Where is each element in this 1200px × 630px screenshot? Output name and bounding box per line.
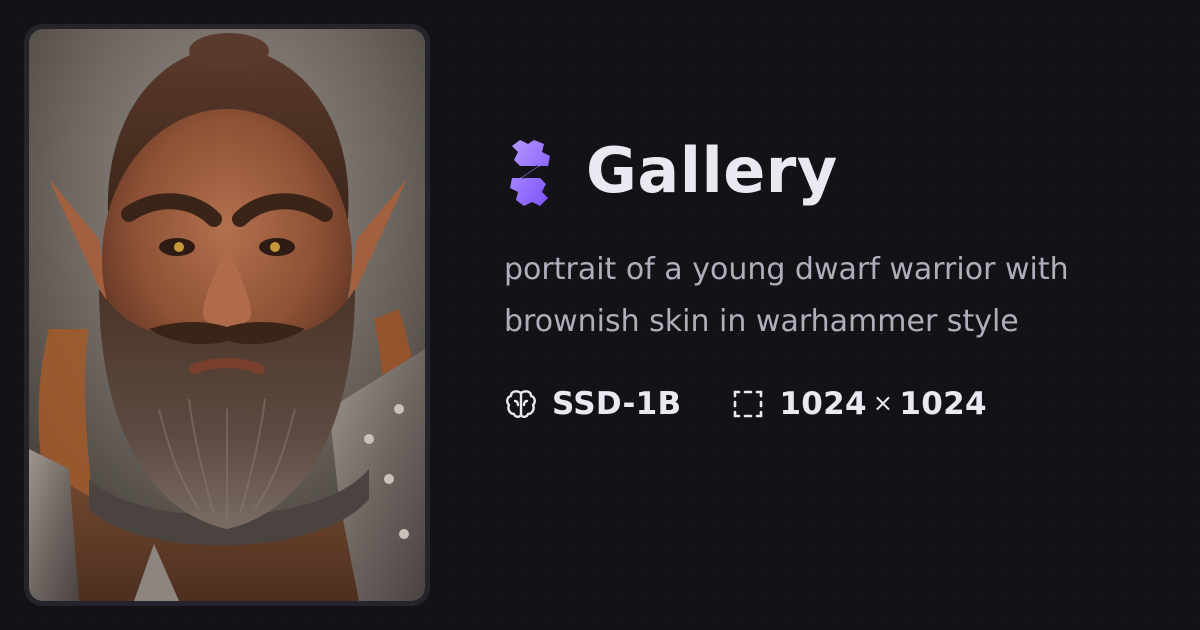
- dimension-height: 1024: [899, 386, 987, 422]
- gear-bolt-logo-icon: [504, 138, 556, 208]
- portrait-image: [29, 29, 425, 601]
- og-card: Gallery portrait of a young dwarf warrio…: [0, 0, 1200, 630]
- title-row: Gallery: [504, 130, 1144, 216]
- image-frame: [24, 24, 430, 606]
- model-tag: SSD-1B: [504, 386, 681, 422]
- model-label: SSD-1B: [552, 386, 682, 422]
- dashed-frame-icon: [731, 387, 765, 421]
- info-panel: Gallery portrait of a young dwarf warrio…: [504, 130, 1144, 424]
- dimension-separator: ×: [872, 389, 894, 417]
- dimension-width: 1024: [779, 386, 867, 422]
- dimensions-tag: 1024 × 1024: [731, 386, 987, 422]
- meta-row: SSD-1B 1024 × 1024: [504, 384, 1144, 424]
- brain-icon: [504, 387, 538, 421]
- page-title: Gallery: [586, 134, 838, 207]
- prompt-text: portrait of a young dwarf warrior with b…: [504, 252, 1069, 339]
